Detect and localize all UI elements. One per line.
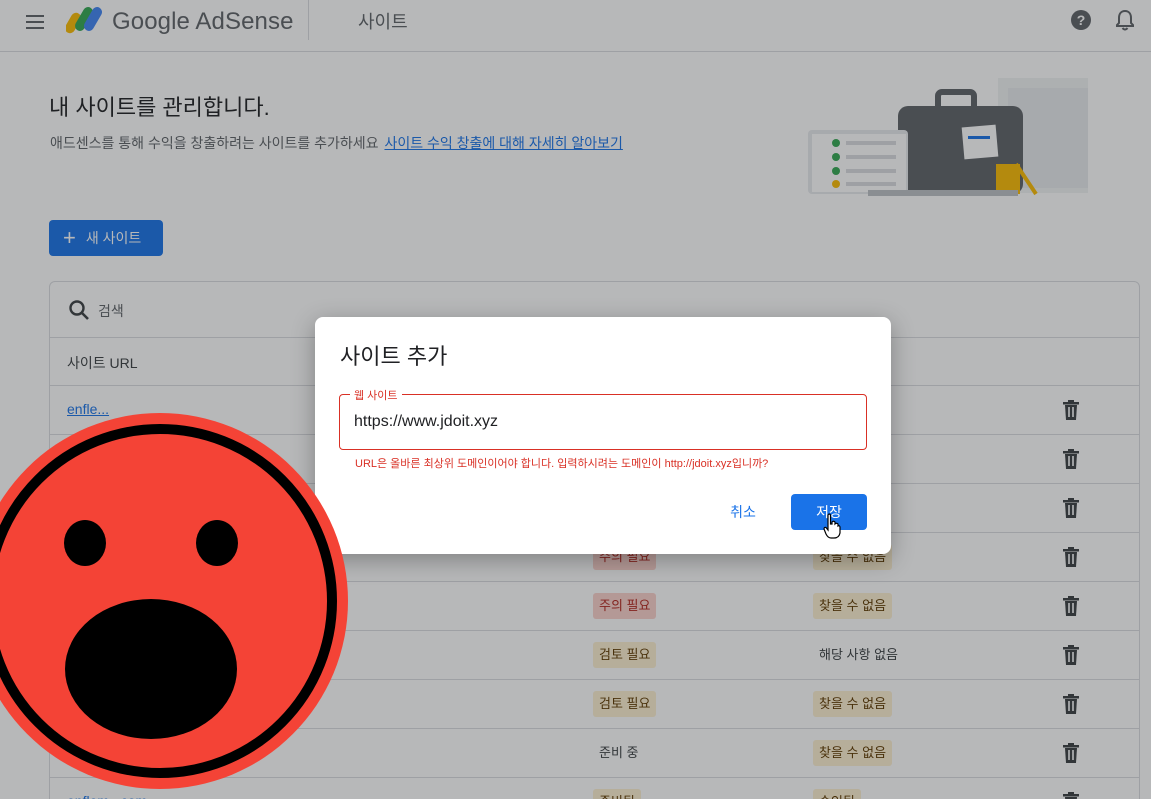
website-input[interactable] xyxy=(354,413,844,431)
shocked-face-icon xyxy=(0,413,348,789)
website-field[interactable]: 웹 사이트 xyxy=(339,387,867,450)
hand-cursor-icon xyxy=(823,513,841,539)
dialog-title: 사이트 추가 xyxy=(340,344,448,369)
cancel-button[interactable]: 취소 xyxy=(715,494,771,530)
add-site-dialog: 사이트 추가 웹 사이트 URL은 올바른 최상위 도메인이어야 합니다. 입력… xyxy=(315,317,891,554)
field-error-message: URL은 올바른 최상위 도메인이어야 합니다. 입력하시려는 도메인이 htt… xyxy=(355,458,769,470)
